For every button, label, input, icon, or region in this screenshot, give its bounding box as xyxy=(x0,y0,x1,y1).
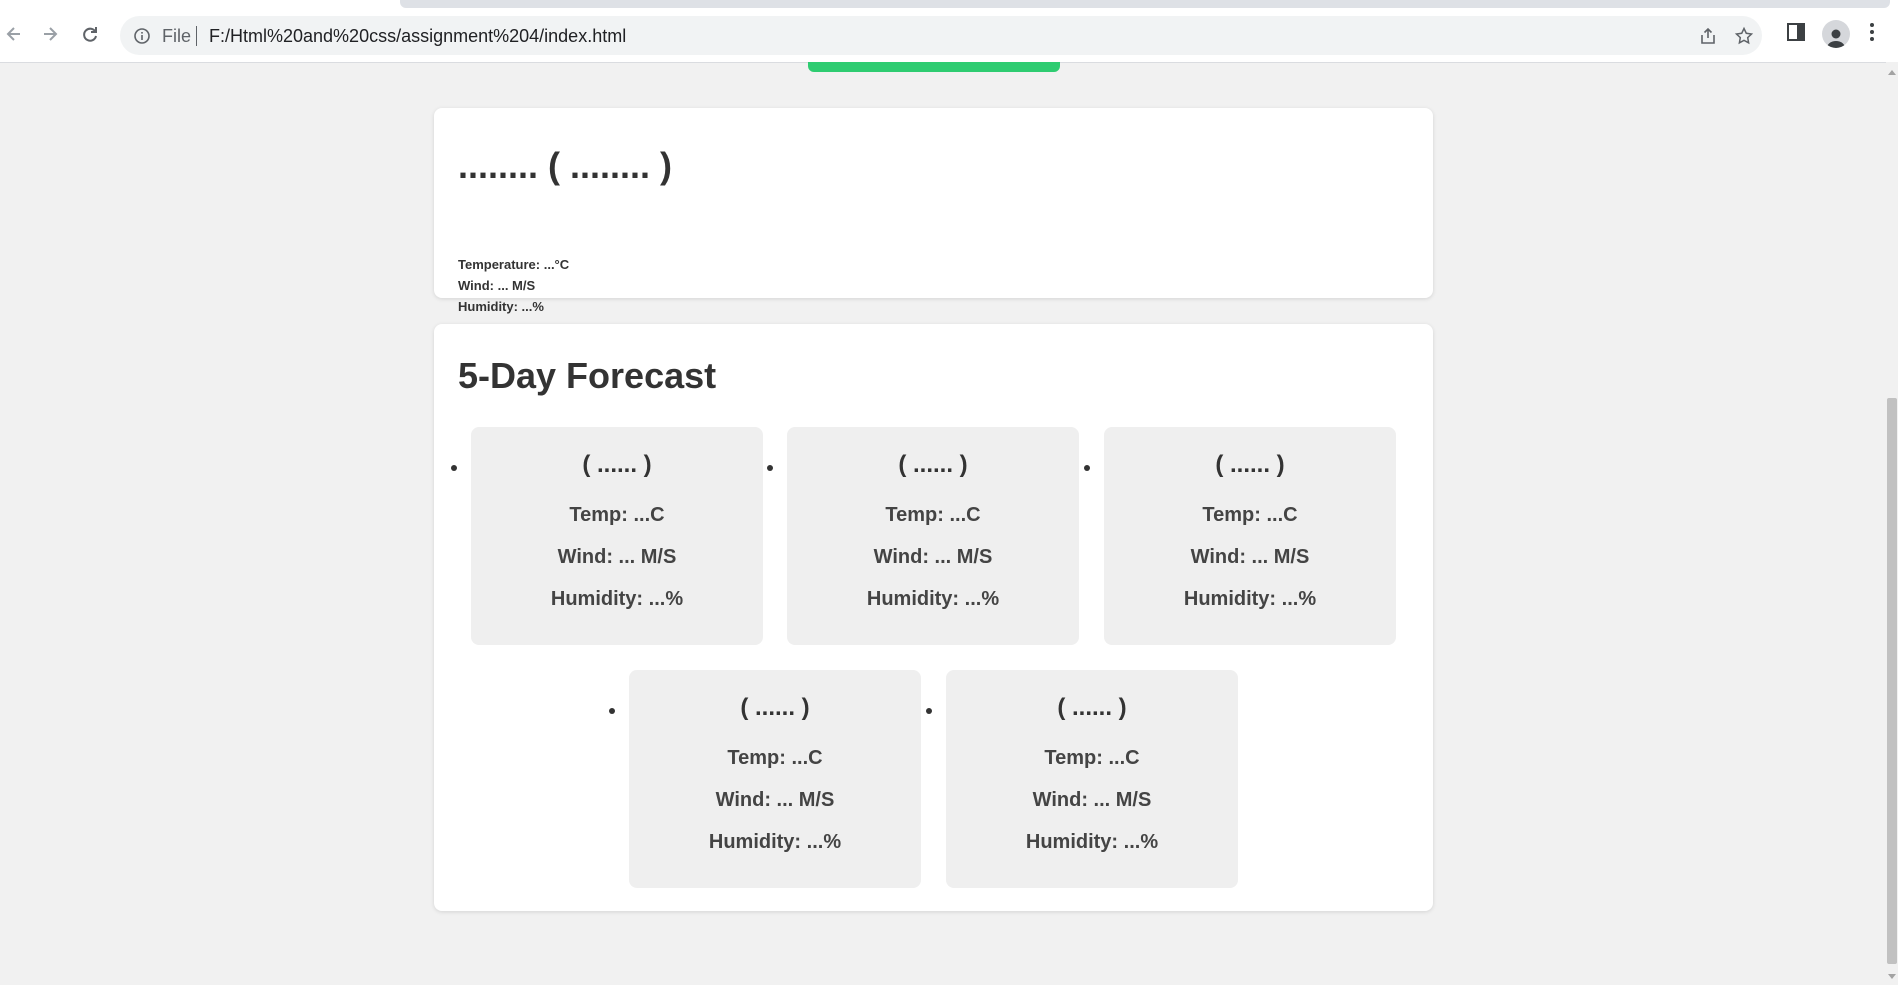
scroll-down-arrow-icon[interactable] xyxy=(1888,974,1896,979)
forward-button[interactable] xyxy=(36,20,64,48)
forecast-temp: Temp: ...C xyxy=(1044,747,1140,769)
scrollbar-thumb[interactable] xyxy=(1887,398,1897,964)
browser-toolbar: File F:/Html%20and%20css/assignment%204/… xyxy=(0,0,1898,63)
menu-dots-icon xyxy=(1870,23,1874,41)
forecast-wind: Wind: ... M/S xyxy=(715,789,835,811)
forecast-day-4: ( ...... ) Temp: ...C Wind: ... M/S Humi… xyxy=(629,670,921,888)
current-humidity: Humidity: ...% xyxy=(458,299,544,314)
current-city-title: ........ ( ........ ) xyxy=(458,145,673,186)
forecast-temp: Temp: ...C xyxy=(569,504,665,526)
list-bullet xyxy=(609,708,615,714)
forecast-date: ( ...... ) xyxy=(898,451,968,478)
forward-arrow-icon xyxy=(44,27,58,41)
list-bullet xyxy=(767,465,773,471)
forecast-wind: Wind: ... M/S xyxy=(873,546,993,568)
list-bullet xyxy=(451,465,457,471)
back-button[interactable] xyxy=(0,20,28,48)
url-separator xyxy=(196,26,197,46)
forecast-day-1: ( ...... ) Temp: ...C Wind: ... M/S Humi… xyxy=(471,427,763,645)
side-panel-button[interactable] xyxy=(1784,20,1808,49)
current-weather-card: ........ ( ........ ) Temperature: ...°C… xyxy=(434,108,1433,314)
forecast-card: 5-Day Forecast ( ...... ) Temp: ...C Win… xyxy=(434,324,1433,911)
address-bar[interactable]: File F:/Html%20and%20css/assignment%204/… xyxy=(120,16,1762,55)
list-bullet xyxy=(926,708,932,714)
forecast-wind: Wind: ... M/S xyxy=(557,546,677,568)
forecast-temp: Temp: ...C xyxy=(1202,504,1298,526)
profile-icon xyxy=(1822,20,1850,48)
forecast-date: ( ...... ) xyxy=(1057,694,1127,721)
reload-button[interactable] xyxy=(76,20,104,48)
page-viewport: ........ ( ........ ) Temperature: ...°C… xyxy=(0,62,1886,985)
forecast-temp: Temp: ...C xyxy=(727,747,823,769)
search-button[interactable] xyxy=(808,62,1060,72)
url-scheme-label: File xyxy=(162,26,192,46)
forecast-humidity: Humidity: ...% xyxy=(1183,588,1317,610)
current-temperature: Temperature: ...°C xyxy=(458,257,570,272)
side-panel-icon xyxy=(1787,23,1805,41)
profile-button[interactable] xyxy=(1822,20,1850,48)
tab-strip xyxy=(400,0,1890,8)
star-icon[interactable] xyxy=(1734,26,1754,51)
forecast-wind: Wind: ... M/S xyxy=(1032,789,1152,811)
forecast-humidity: Humidity: ...% xyxy=(866,588,1000,610)
info-icon[interactable] xyxy=(132,26,152,51)
menu-button[interactable] xyxy=(1866,20,1878,49)
forecast-humidity: Humidity: ...% xyxy=(550,588,684,610)
forecast-day-2: ( ...... ) Temp: ...C Wind: ... M/S Humi… xyxy=(787,427,1079,645)
forecast-date: ( ...... ) xyxy=(582,451,652,478)
vertical-scrollbar[interactable] xyxy=(1886,62,1898,985)
forecast-day-5: ( ...... ) Temp: ...C Wind: ... M/S Humi… xyxy=(946,670,1238,888)
forecast-date: ( ...... ) xyxy=(740,694,810,721)
forecast-humidity: Humidity: ...% xyxy=(1025,831,1159,853)
current-wind: Wind: ... M/S xyxy=(458,278,536,293)
url-text[interactable]: F:/Html%20and%20css/assignment%204/index… xyxy=(209,26,626,46)
back-arrow-icon xyxy=(6,27,20,41)
reload-icon xyxy=(83,27,97,42)
forecast-wind: Wind: ... M/S xyxy=(1190,546,1310,568)
forecast-title: 5-Day Forecast xyxy=(458,355,717,396)
list-bullet xyxy=(1084,465,1090,471)
scroll-up-arrow-icon[interactable] xyxy=(1888,70,1896,75)
share-icon[interactable] xyxy=(1698,26,1718,51)
forecast-date: ( ...... ) xyxy=(1215,451,1285,478)
forecast-humidity: Humidity: ...% xyxy=(708,831,842,853)
forecast-day-3: ( ...... ) Temp: ...C Wind: ... M/S Humi… xyxy=(1104,427,1396,645)
forecast-temp: Temp: ...C xyxy=(885,504,981,526)
